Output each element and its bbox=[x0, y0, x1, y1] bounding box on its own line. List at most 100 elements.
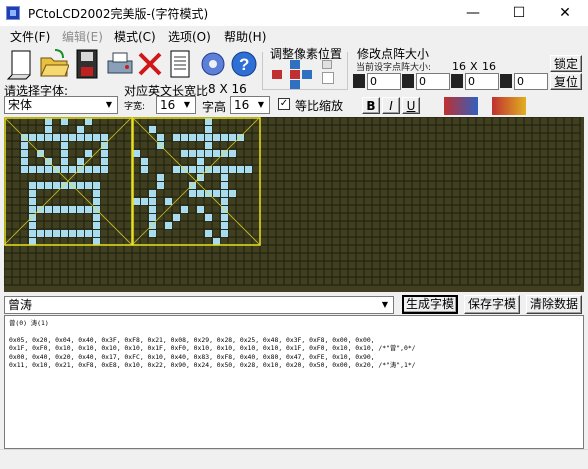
pixel-on[interactable] bbox=[77, 230, 84, 237]
move-right-icon[interactable] bbox=[302, 70, 312, 79]
pixel-on[interactable] bbox=[93, 198, 100, 205]
pixel-on[interactable] bbox=[165, 222, 172, 229]
pixel-on[interactable] bbox=[29, 134, 36, 141]
menu-edit[interactable]: 编辑(E) bbox=[62, 28, 103, 45]
pixel-on[interactable] bbox=[61, 118, 68, 125]
open-folder-icon[interactable] bbox=[37, 47, 70, 81]
move-up-icon[interactable] bbox=[290, 60, 300, 69]
output-textarea[interactable]: 曾(0) 涛(1) 0x05, 0x20, 0x04, 0x40, 0x3F, 0… bbox=[4, 315, 584, 449]
pixel-on[interactable] bbox=[189, 150, 196, 157]
pixel-on[interactable] bbox=[45, 118, 52, 125]
pixel-on[interactable] bbox=[37, 182, 44, 189]
pixel-on[interactable] bbox=[53, 206, 60, 213]
pixel-on[interactable] bbox=[29, 222, 36, 229]
menu-options[interactable]: 选项(O) bbox=[168, 28, 211, 45]
pixel-on[interactable] bbox=[221, 190, 228, 197]
pixel-on[interactable] bbox=[245, 166, 252, 173]
save-font-button[interactable]: 保存字模 bbox=[464, 295, 520, 314]
pixel-on[interactable] bbox=[149, 126, 156, 133]
pixel-on[interactable] bbox=[69, 166, 76, 173]
pixel-on[interactable] bbox=[61, 142, 68, 149]
pixel-on[interactable] bbox=[181, 206, 188, 213]
pixel-on[interactable] bbox=[205, 118, 212, 125]
pixel-on[interactable] bbox=[189, 166, 196, 173]
chevron-down-icon[interactable]: ▼ bbox=[378, 298, 392, 312]
pixel-on[interactable] bbox=[61, 182, 68, 189]
pixel-on[interactable] bbox=[237, 134, 244, 141]
pixel-on[interactable] bbox=[85, 230, 92, 237]
pixel-on[interactable] bbox=[69, 206, 76, 213]
clear-pixel-icon[interactable] bbox=[322, 72, 334, 84]
menu-file[interactable]: 文件(F) bbox=[10, 28, 50, 45]
pixel-on[interactable] bbox=[229, 150, 236, 157]
pixel-on[interactable] bbox=[149, 198, 156, 205]
pixel-on[interactable] bbox=[29, 238, 36, 245]
mirror-icon[interactable] bbox=[492, 97, 526, 115]
pixel-on[interactable] bbox=[101, 134, 108, 141]
pixel-on[interactable] bbox=[101, 158, 108, 165]
pixel-on[interactable] bbox=[205, 166, 212, 173]
scale-checkbox[interactable]: ✓ bbox=[278, 98, 290, 110]
pixel-on[interactable] bbox=[133, 150, 140, 157]
pixel-on[interactable] bbox=[37, 206, 44, 213]
pixel-on[interactable] bbox=[213, 166, 220, 173]
spin-up[interactable]: 0 bbox=[465, 73, 499, 90]
pixel-on[interactable] bbox=[181, 150, 188, 157]
pixel-on[interactable] bbox=[29, 182, 36, 189]
pixel-on[interactable] bbox=[29, 214, 36, 221]
pixel-on[interactable] bbox=[45, 134, 52, 141]
pixel-on[interactable] bbox=[69, 230, 76, 237]
pixel-on[interactable] bbox=[221, 214, 228, 221]
save-disk-icon[interactable] bbox=[70, 47, 103, 81]
menu-help[interactable]: 帮助(H) bbox=[224, 28, 266, 45]
pixel-on[interactable] bbox=[189, 190, 196, 197]
pixel-on[interactable] bbox=[93, 190, 100, 197]
dot-matrix-grid[interactable] bbox=[4, 117, 584, 292]
pixel-on[interactable] bbox=[205, 150, 212, 157]
move-down-icon[interactable] bbox=[290, 80, 300, 89]
pixel-on[interactable] bbox=[101, 166, 108, 173]
pixel-on[interactable] bbox=[77, 206, 84, 213]
pixel-on[interactable] bbox=[21, 166, 28, 173]
pixel-on[interactable] bbox=[149, 190, 156, 197]
pixel-on[interactable] bbox=[29, 206, 36, 213]
pixel-on[interactable] bbox=[69, 134, 76, 141]
pixel-on[interactable] bbox=[165, 198, 172, 205]
pixel-on[interactable] bbox=[205, 230, 212, 237]
pixel-on[interactable] bbox=[85, 166, 92, 173]
pixel-on[interactable] bbox=[213, 190, 220, 197]
pixel-on[interactable] bbox=[61, 206, 68, 213]
bold-button[interactable]: B bbox=[362, 97, 380, 114]
pixel-on[interactable] bbox=[189, 182, 196, 189]
pixel-on[interactable] bbox=[149, 214, 156, 221]
pixel-on[interactable] bbox=[85, 182, 92, 189]
pixel-on[interactable] bbox=[221, 174, 228, 181]
pixel-on[interactable] bbox=[85, 206, 92, 213]
pixel-on[interactable] bbox=[45, 182, 52, 189]
pixel-on[interactable] bbox=[205, 134, 212, 141]
generate-button[interactable]: 生成字模 bbox=[402, 295, 458, 314]
pixel-on[interactable] bbox=[93, 214, 100, 221]
minimize-button[interactable]: — bbox=[450, 0, 496, 26]
pixel-on[interactable] bbox=[77, 166, 84, 173]
move-left-icon[interactable] bbox=[272, 70, 282, 79]
pixel-on[interactable] bbox=[173, 214, 180, 221]
pixel-on[interactable] bbox=[205, 142, 212, 149]
pixel-on[interactable] bbox=[221, 182, 228, 189]
pixel-on[interactable] bbox=[157, 134, 164, 141]
text-input[interactable]: 曾涛 ▼ bbox=[4, 296, 394, 314]
pixel-on[interactable] bbox=[77, 158, 84, 165]
pixel-on[interactable] bbox=[197, 166, 204, 173]
new-file-icon[interactable] bbox=[4, 47, 37, 81]
pixel-on[interactable] bbox=[29, 166, 36, 173]
pixel-on[interactable] bbox=[61, 166, 68, 173]
pixel-on[interactable] bbox=[141, 166, 148, 173]
pixel-on[interactable] bbox=[53, 134, 60, 141]
pixel-on[interactable] bbox=[93, 230, 100, 237]
pixel-on[interactable] bbox=[21, 158, 28, 165]
pixel-on[interactable] bbox=[141, 198, 148, 205]
pixel-on[interactable] bbox=[29, 198, 36, 205]
pixel-on[interactable] bbox=[213, 238, 220, 245]
pixel-on[interactable] bbox=[197, 206, 204, 213]
pixel-on[interactable] bbox=[189, 134, 196, 141]
